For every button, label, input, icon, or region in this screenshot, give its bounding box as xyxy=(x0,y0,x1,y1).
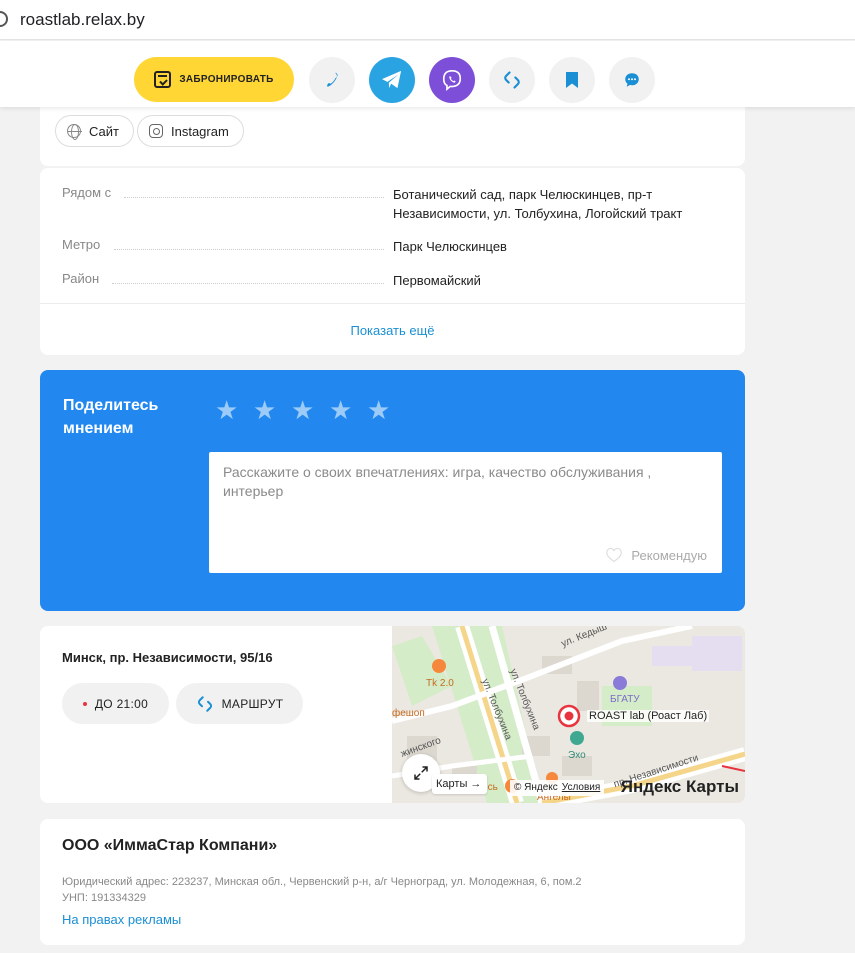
address-text: Минск, пр. Независимости, 95/16 xyxy=(62,650,273,665)
rating-stars: ★ ★ ★ ★ ★ xyxy=(215,397,390,423)
viber-button[interactable] xyxy=(429,57,475,103)
dotted-leader xyxy=(112,283,384,284)
legal-unp: УНП: 191334329 xyxy=(62,892,147,904)
calendar-icon xyxy=(154,71,172,88)
route-label: МАРШРУТ xyxy=(221,696,284,711)
info-card: Рядом с Ботанический сад, парк Челюскинц… xyxy=(40,168,745,355)
map-poi-label: Tk 2.0 xyxy=(426,678,454,689)
route-pill-button[interactable]: МАРШРУТ xyxy=(176,683,303,724)
show-more-link[interactable]: Показать ещё xyxy=(40,323,745,338)
map-poi-label: фешоп xyxy=(392,708,425,719)
hours-label: ДО 21:00 xyxy=(94,696,149,711)
viber-icon xyxy=(442,70,462,91)
bookmark-icon xyxy=(566,72,578,88)
action-bar: ЗАБРОНИРОВАТЬ xyxy=(0,41,855,107)
hours-badge[interactable]: ДО 21:00 xyxy=(62,683,169,724)
star-icon[interactable]: ★ xyxy=(367,397,390,423)
star-icon[interactable]: ★ xyxy=(215,397,238,423)
chat-button[interactable] xyxy=(609,57,655,103)
browser-url-bar[interactable]: roastlab.relax.by xyxy=(0,0,855,40)
info-row-metro: Метро Парк Челюскинцев xyxy=(62,237,727,257)
phone-button[interactable] xyxy=(309,57,355,103)
status-dot-icon xyxy=(82,701,87,706)
instagram-link-label: Instagram xyxy=(171,123,229,139)
review-title: Поделитесь мнением xyxy=(63,397,159,437)
info-value: Первомайский xyxy=(393,273,481,288)
info-row-district: Район Первомайский xyxy=(62,271,727,291)
info-row-nearby: Рядом с Ботанический сад, парк Челюскинц… xyxy=(62,185,727,225)
site-link-label: Сайт xyxy=(89,123,119,139)
map-copyright: © Яндекс Условия xyxy=(510,780,605,796)
ad-disclaimer-link[interactable]: На правах рекламы xyxy=(62,912,181,927)
recommend-label: Рекомендую xyxy=(631,547,707,563)
legal-address: Юридический адрес: 223237, Минская обл.,… xyxy=(62,876,582,888)
map[interactable]: ул. Кедыш ул. Толбухина ул. Толбухина пр… xyxy=(392,626,745,803)
map-marker-label[interactable]: ROAST lab (Роаст Лаб) xyxy=(587,710,710,722)
company-name: ООО «ИммаСтар Компани» xyxy=(62,837,278,854)
telegram-button[interactable] xyxy=(369,57,415,103)
instagram-link[interactable]: Instagram xyxy=(137,115,244,147)
route-button[interactable] xyxy=(489,57,535,103)
instagram-icon xyxy=(149,124,163,138)
map-poi-label: Эхо xyxy=(568,750,586,761)
yandex-maps-logo: Яндекс Карты xyxy=(620,777,739,796)
address-card: Минск, пр. Независимости, 95/16 ДО 21:00… xyxy=(40,626,745,803)
star-icon[interactable]: ★ xyxy=(253,397,276,423)
recommend-toggle[interactable]: Рекомендую xyxy=(605,547,707,563)
globe-icon xyxy=(67,124,82,140)
info-value: Парк Челюскинцев xyxy=(393,239,507,254)
phone-icon xyxy=(327,72,338,87)
review-input[interactable] xyxy=(209,452,722,532)
chat-icon xyxy=(625,73,639,87)
review-card: Поделитесь мнением ★ ★ ★ ★ ★ Рекомендую xyxy=(40,370,745,611)
route-icon xyxy=(504,71,520,89)
legal-card: ООО «ИммаСтар Компани» Юридический адрес… xyxy=(40,819,745,945)
heart-icon xyxy=(606,547,623,563)
terms-link[interactable]: Условия xyxy=(562,780,601,796)
info-label: Рядом с xyxy=(62,185,112,200)
expand-icon xyxy=(414,766,428,780)
bookmark-button[interactable] xyxy=(549,57,595,103)
divider xyxy=(40,303,745,304)
info-label: Метро xyxy=(62,237,101,252)
site-link[interactable]: Сайт xyxy=(55,115,134,147)
star-icon[interactable]: ★ xyxy=(329,397,352,423)
url-text[interactable]: roastlab.relax.by xyxy=(20,10,145,30)
route-icon xyxy=(197,695,212,712)
map-poi-label: БГАТУ xyxy=(610,694,640,705)
links-card: Сайт Instagram xyxy=(40,100,745,166)
open-maps-link[interactable]: Карты → xyxy=(432,774,488,794)
telegram-icon xyxy=(382,70,402,89)
copyright-text: © Яндекс xyxy=(514,782,558,793)
site-info-icon[interactable] xyxy=(0,11,8,27)
star-icon[interactable]: ★ xyxy=(291,397,314,423)
info-value: Ботанический сад, парк Челюскинцев, пр-т… xyxy=(393,187,683,221)
book-button-label: ЗАБРОНИРОВАТЬ xyxy=(179,74,274,85)
book-button[interactable]: ЗАБРОНИРОВАТЬ xyxy=(134,57,294,102)
review-box: Рекомендую xyxy=(209,452,722,573)
info-label: Район xyxy=(62,271,100,286)
dotted-leader xyxy=(114,249,384,250)
dotted-leader xyxy=(124,197,384,198)
